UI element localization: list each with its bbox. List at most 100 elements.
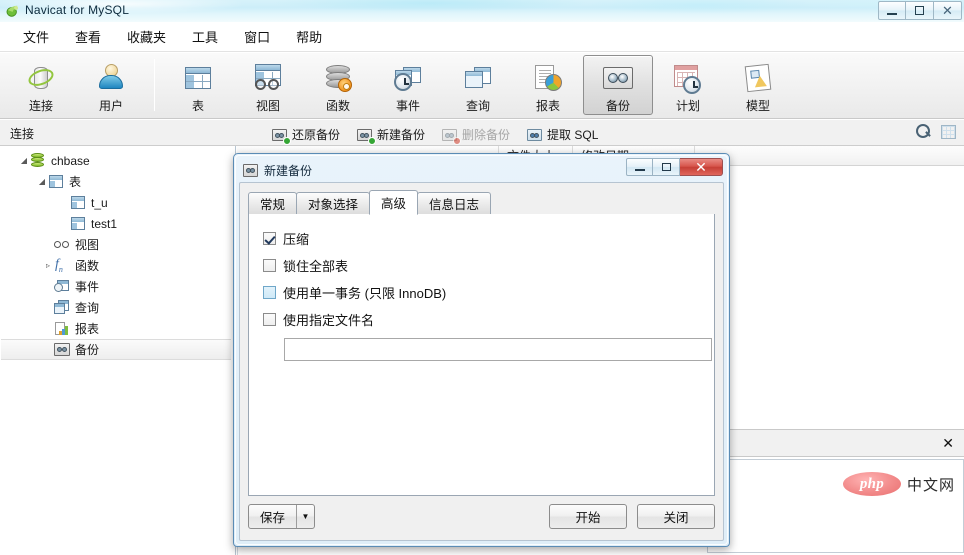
delete-backup-button[interactable]: 删除备份 (435, 123, 517, 146)
option-row-lock-all-tables[interactable]: 锁住全部表 (263, 253, 700, 278)
extract-sql-label: 提取 SQL (547, 128, 599, 142)
delete-backup-icon (442, 128, 462, 145)
tree-node-label: 视图 (75, 238, 100, 252)
expand-arrow-icon[interactable]: ◢ (18, 155, 30, 167)
toolbar-label: 表 (191, 99, 204, 113)
window-restore-button[interactable] (906, 1, 934, 20)
dialog-close-button[interactable]: ✕ (680, 158, 723, 176)
expand-arrow-icon[interactable]: ◢ (36, 176, 48, 188)
report-icon (54, 321, 70, 336)
specify-filename-checkbox[interactable] (263, 313, 276, 326)
dialog-body: 常规 对象选择 高级 信息日志 压缩 锁住全部表 使用单一事务 (只限 Inno… (239, 182, 724, 541)
toolbar-button-user[interactable]: 用户 (76, 55, 146, 115)
tab-advanced[interactable]: 高级 (369, 190, 419, 215)
tab-object-selection[interactable]: 对象选择 (296, 192, 371, 214)
close-dialog-button[interactable]: 关闭 (637, 504, 715, 529)
tree-node-views[interactable]: 视图 (0, 234, 235, 255)
new-backup-dialog: 新建备份 ✕ 常规 对象选择 高级 信息日志 压缩 锁住全部表 使用单一事务 (… (233, 153, 730, 547)
tree-node-label: 报表 (75, 322, 100, 336)
menu-window[interactable]: 窗口 (231, 23, 283, 50)
tree-node-t_u[interactable]: t_u (0, 192, 235, 213)
restore-backup-button[interactable]: 还原备份 (265, 123, 347, 146)
dialog-tabs: 常规 对象选择 高级 信息日志 (248, 190, 715, 215)
report-icon (531, 61, 565, 94)
toolbar-button-table[interactable]: 表 (163, 55, 233, 115)
save-split-button[interactable]: 保存 ▼ (248, 504, 316, 529)
toolbar-label: 报表 (535, 99, 560, 113)
menu-favorites[interactable]: 收藏夹 (114, 23, 179, 50)
chevron-down-icon[interactable]: ▼ (296, 505, 314, 528)
tree-node-functions[interactable]: ▹ fn 函数 (0, 255, 235, 276)
filename-input[interactable] (284, 338, 712, 361)
tree-node-tables[interactable]: ◢ 表 (0, 171, 235, 192)
start-button[interactable]: 开始 (549, 504, 627, 529)
tab-message-log[interactable]: 信息日志 (417, 192, 492, 214)
menubar: 文件 查看 收藏夹 工具 窗口 帮助 (0, 22, 964, 52)
table-icon (181, 61, 215, 94)
backup-icon (601, 61, 635, 94)
database-icon (30, 153, 46, 168)
window-close-button[interactable]: ✕ (934, 1, 962, 20)
grid-view-icon[interactable] (941, 124, 956, 139)
compress-label: 压缩 (283, 232, 310, 247)
window-title: Navicat for MySQL (25, 3, 130, 17)
option-row-specify-filename[interactable]: 使用指定文件名 (263, 307, 700, 332)
extract-sql-button[interactable]: 提取 SQL (520, 123, 605, 146)
watermark-text: 中文网 (906, 476, 955, 494)
delete-backup-label: 删除备份 (462, 128, 511, 142)
menu-file[interactable]: 文件 (10, 23, 62, 50)
schedule-icon (671, 61, 705, 94)
dialog-titlebar[interactable]: 新建备份 ✕ (238, 158, 725, 182)
function-icon (321, 61, 355, 94)
restore-backup-icon (272, 128, 291, 145)
tree-node-label: 查询 (75, 301, 100, 315)
object-tree: ◢ chbase ◢ 表 t_u test1 视图 ▹ fn 函数 事件 查询 … (0, 146, 235, 360)
toolbar-button-view[interactable]: 视图 (233, 55, 303, 115)
navicat-window: Navicat for MySQL ✕ 文件 查看 收藏夹 工具 窗口 帮助 连… (0, 0, 964, 555)
view-icon (251, 61, 285, 94)
table-icon (48, 174, 64, 189)
toolbar-button-function[interactable]: 函数 (303, 55, 373, 115)
info-strip: ✕ (707, 429, 964, 457)
table-icon (70, 216, 86, 231)
expand-arrow-icon[interactable]: ▹ (42, 260, 54, 272)
compress-checkbox[interactable] (263, 232, 276, 245)
search-icon[interactable] (916, 124, 931, 139)
option-row-compress[interactable]: 压缩 (263, 226, 700, 251)
toolbar-button-model[interactable]: 模型 (723, 55, 793, 115)
tree-node-reports[interactable]: 报表 (0, 318, 235, 339)
toolbar-button-query[interactable]: 查询 (443, 55, 513, 115)
dialog-footer: 保存 ▼ 开始 关闭 (248, 502, 715, 532)
menu-tools[interactable]: 工具 (179, 23, 231, 50)
glasses-icon (255, 79, 283, 91)
toolbar-button-report[interactable]: 报表 (513, 55, 583, 115)
option-row-single-transaction[interactable]: 使用单一事务 (只限 InnoDB) (263, 280, 700, 305)
toolbar-label: 备份 (605, 99, 630, 113)
tree-node-queries[interactable]: 查询 (0, 297, 235, 318)
new-backup-button[interactable]: 新建备份 (350, 123, 432, 146)
lock-all-tables-checkbox[interactable] (263, 259, 276, 272)
toolbar-button-schedule[interactable]: 计划 (653, 55, 723, 115)
menu-view[interactable]: 查看 (62, 23, 114, 50)
single-transaction-label: 使用单一事务 (只限 InnoDB) (283, 286, 447, 301)
dialog-minimize-button[interactable] (626, 158, 653, 176)
single-transaction-checkbox[interactable] (263, 286, 276, 299)
toolbar-button-backup[interactable]: 备份 (583, 55, 653, 115)
tree-node-backups[interactable]: 备份 (1, 339, 231, 360)
restore-backup-label: 还原备份 (292, 128, 341, 142)
menu-help[interactable]: 帮助 (283, 23, 335, 50)
tree-node-test1[interactable]: test1 (0, 213, 235, 234)
toolbar-button-connection[interactable]: 连接 (6, 55, 76, 115)
table-icon (70, 195, 86, 210)
tab-general[interactable]: 常规 (248, 192, 298, 214)
tree-node-events[interactable]: 事件 (0, 276, 235, 297)
tree-node-chbase[interactable]: ◢ chbase (0, 150, 235, 171)
dialog-restore-button[interactable] (653, 158, 680, 176)
close-icon[interactable]: ✕ (942, 435, 954, 452)
toolbar-separator (154, 59, 155, 111)
toolbar-button-event[interactable]: 事件 (373, 55, 443, 115)
window-minimize-button[interactable] (878, 1, 906, 20)
tree-node-label: 备份 (75, 343, 100, 357)
toolbar-label: 模型 (745, 99, 770, 113)
connection-icon (24, 61, 58, 94)
